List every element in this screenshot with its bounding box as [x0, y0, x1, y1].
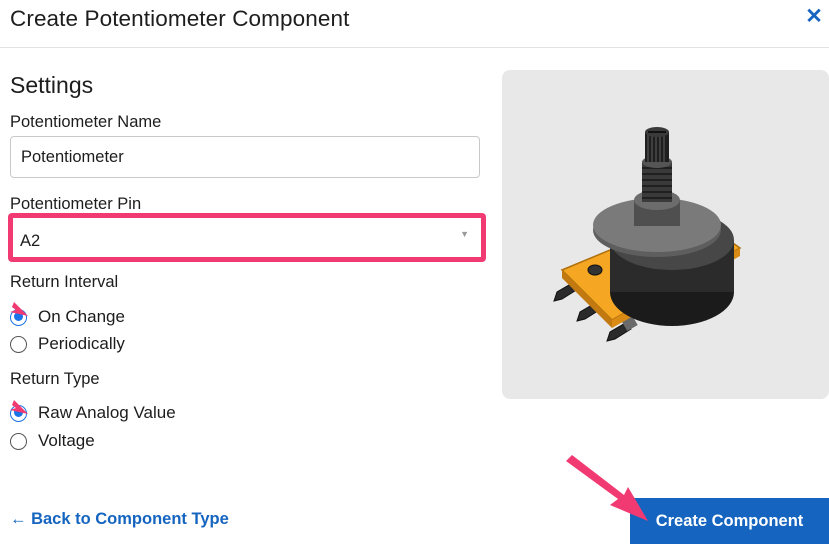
radio-label: Raw Analog Value [38, 403, 176, 422]
potentiometer-name-label: Potentiometer Name [10, 113, 162, 131]
radio-button[interactable] [10, 432, 27, 450]
potentiometer-image [553, 127, 742, 342]
settings-heading: Settings [10, 72, 94, 98]
radio-voltage[interactable]: Voltage [10, 430, 95, 452]
radio-label: On Change [38, 307, 125, 326]
radio-button[interactable] [10, 335, 27, 353]
radio-on-change[interactable]: On Change [10, 306, 125, 328]
back-to-component-type-link[interactable]: ← Back to Component Type [10, 510, 229, 529]
create-component-button[interactable]: Create Component [630, 498, 829, 544]
dialog-title: Create Potentiometer Component [10, 6, 350, 31]
return-interval-label: Return Interval [10, 273, 119, 291]
potentiometer-pin-select[interactable]: A2 ▼ [8, 213, 486, 262]
radio-button[interactable] [10, 308, 27, 326]
close-icon[interactable]: ✕ [803, 4, 825, 30]
radio-label: Periodically [38, 334, 125, 353]
return-type-label: Return Type [10, 370, 100, 388]
pin-selected-value: A2 [20, 232, 41, 250]
chevron-down-icon: ▼ [460, 229, 469, 239]
header-divider [0, 47, 829, 48]
potentiometer-name-input[interactable] [10, 136, 480, 178]
radio-label: Voltage [38, 431, 95, 450]
radio-button[interactable] [10, 404, 27, 422]
potentiometer-pin-label: Potentiometer Pin [10, 195, 142, 213]
component-image-panel [502, 70, 829, 399]
radio-raw-analog-value[interactable]: Raw Analog Value [10, 402, 176, 424]
radio-periodically[interactable]: Periodically [10, 333, 125, 355]
